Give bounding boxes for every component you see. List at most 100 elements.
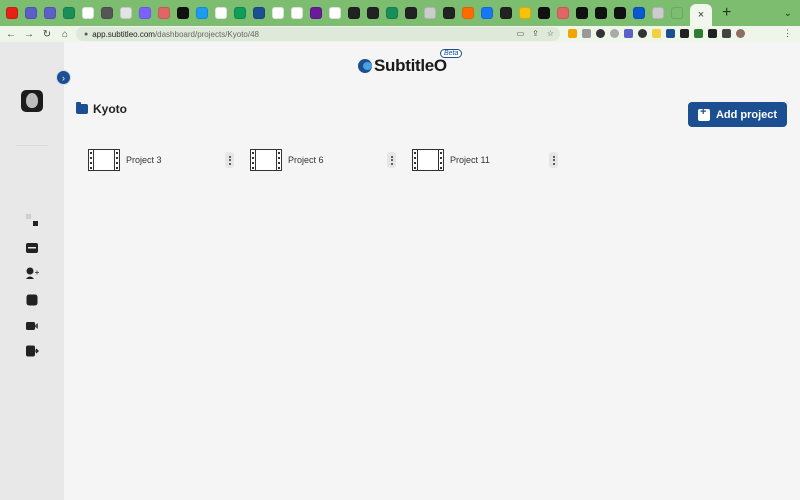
user-avatar[interactable] xyxy=(21,90,43,112)
tab-favicon-icon[interactable] xyxy=(557,7,569,19)
tab-favicon-icon[interactable] xyxy=(386,7,398,19)
tab-favicon-icon[interactable] xyxy=(234,7,246,19)
project-name: Project 11 xyxy=(450,155,490,165)
browser-menu-icon[interactable]: ⋮ xyxy=(783,28,792,39)
new-tab-button[interactable]: + xyxy=(722,5,731,21)
tab-favicon-icon[interactable] xyxy=(82,7,94,19)
chevron-right-icon: › xyxy=(62,72,65,83)
add-project-label: Add project xyxy=(715,108,778,121)
tab-favicon-icon[interactable] xyxy=(139,7,151,19)
tab-favicon-icon[interactable] xyxy=(196,7,208,19)
film-icon xyxy=(412,149,444,171)
tab-favicon-icon[interactable] xyxy=(614,7,626,19)
share-icon[interactable]: ⇪ xyxy=(532,29,539,38)
project-name: Project 6 xyxy=(288,155,324,165)
tab-favicon-icon[interactable] xyxy=(652,7,664,19)
folder-icon xyxy=(76,102,88,114)
add-project-button[interactable]: Add project xyxy=(688,102,787,127)
beta-badge: Beta xyxy=(440,49,463,58)
bookmark-star-icon[interactable]: ☆ xyxy=(547,29,554,38)
browser-tab-strip: × + ⌄ xyxy=(0,0,800,26)
tab-favicon-icon[interactable] xyxy=(576,7,588,19)
tab-favicon-icon[interactable] xyxy=(424,7,436,19)
extension-icon[interactable] xyxy=(638,29,647,38)
project-menu-icon[interactable] xyxy=(225,152,234,168)
active-tab[interactable]: × xyxy=(690,4,712,26)
extensions-row xyxy=(568,29,745,38)
tab-favicon-icon[interactable] xyxy=(367,7,379,19)
extension-icon[interactable] xyxy=(694,29,703,38)
sidepanel-icon[interactable] xyxy=(722,29,731,38)
profile-avatar[interactable] xyxy=(736,29,745,38)
reload-icon[interactable]: ↻ xyxy=(40,29,54,40)
address-bar[interactable]: ● app.subtitleo.com/dashboard/projects/K… xyxy=(76,27,560,41)
tab-favicon-icon[interactable] xyxy=(348,7,360,19)
url-domain: app.subtitleo.com xyxy=(92,29,155,39)
tab-favicon-icon[interactable] xyxy=(25,7,37,19)
tab-favicon-icon[interactable] xyxy=(443,7,455,19)
subtitleo-logo[interactable]: SubtitleO Beta xyxy=(358,49,463,78)
extension-icon[interactable] xyxy=(610,29,619,38)
tab-favicon-icon[interactable] xyxy=(595,7,607,19)
tab-favicon-icon[interactable] xyxy=(6,7,18,19)
lock-icon: ● xyxy=(84,30,89,38)
extension-icon[interactable] xyxy=(624,29,633,38)
project-card[interactable]: Project 3 xyxy=(88,148,238,172)
puzzle-icon[interactable] xyxy=(708,29,717,38)
forward-icon[interactable]: → xyxy=(22,29,36,40)
video-icon[interactable] xyxy=(25,319,39,333)
url-path: /dashboard/projects/Kyoto/48 xyxy=(154,29,260,39)
app-root: › SubtitleO Beta Kyoto Add project Proje… xyxy=(0,42,800,500)
film-icon xyxy=(250,149,282,171)
add-user-icon[interactable] xyxy=(25,266,39,280)
project-menu-icon[interactable] xyxy=(549,152,558,168)
tab-favicon-icon[interactable] xyxy=(671,7,683,19)
tab-favicon-icon[interactable] xyxy=(500,7,512,19)
sidebar xyxy=(0,42,64,500)
tab-favicon-icon[interactable] xyxy=(538,7,550,19)
tab-favicon-icon[interactable] xyxy=(291,7,303,19)
extension-icon[interactable] xyxy=(596,29,605,38)
tab-favicon-icon[interactable] xyxy=(63,7,75,19)
tab-favicon-icon[interactable] xyxy=(405,7,417,19)
tab-favicon-icon[interactable] xyxy=(633,7,645,19)
extension-icon[interactable] xyxy=(568,29,577,38)
tab-favicon-icon[interactable] xyxy=(44,7,56,19)
back-icon[interactable]: ← xyxy=(4,29,18,40)
home-icon[interactable]: ⌂ xyxy=(58,29,72,40)
tab-favicon-icon[interactable] xyxy=(310,7,322,19)
logo-mark-icon xyxy=(358,59,372,73)
dashboard-icon[interactable] xyxy=(25,213,39,227)
tab-favicon-icon[interactable] xyxy=(272,7,284,19)
project-card[interactable]: Project 11 xyxy=(412,148,562,172)
tab-favicon-icon[interactable] xyxy=(253,7,265,19)
folder-heading: Kyoto xyxy=(76,102,127,116)
project-menu-icon[interactable] xyxy=(387,152,396,168)
tab-favicon-icon[interactable] xyxy=(158,7,170,19)
tab-favicon-icon[interactable] xyxy=(101,7,113,19)
project-name: Project 3 xyxy=(126,155,162,165)
add-icon xyxy=(697,106,710,121)
install-icon[interactable]: ▭ xyxy=(517,29,525,38)
tab-favicon-icon[interactable] xyxy=(462,7,474,19)
extension-icon[interactable] xyxy=(666,29,675,38)
extension-icon[interactable] xyxy=(680,29,689,38)
tab-favicon-icon[interactable] xyxy=(177,7,189,19)
tab-list-chevron-icon[interactable]: ⌄ xyxy=(784,8,792,19)
project-card[interactable]: Project 6 xyxy=(250,148,400,172)
collapse-sidebar-button[interactable]: › xyxy=(56,70,71,85)
sidebar-divider xyxy=(16,145,48,146)
tab-favicon-icon[interactable] xyxy=(481,7,493,19)
close-tab-icon[interactable]: × xyxy=(698,9,704,21)
tab-favicon-icon[interactable] xyxy=(120,7,132,19)
square-icon[interactable] xyxy=(25,293,39,307)
extension-icon[interactable] xyxy=(582,29,591,38)
logo-text: SubtitleO xyxy=(374,56,447,75)
tab-favicon-icon[interactable] xyxy=(215,7,227,19)
folder-icon[interactable] xyxy=(25,240,39,254)
tab-favicon-icon[interactable] xyxy=(329,7,341,19)
extension-icon[interactable] xyxy=(652,29,661,38)
tab-favicon-icon[interactable] xyxy=(519,7,531,19)
logout-icon[interactable] xyxy=(25,344,39,358)
folder-name: Kyoto xyxy=(93,102,127,116)
